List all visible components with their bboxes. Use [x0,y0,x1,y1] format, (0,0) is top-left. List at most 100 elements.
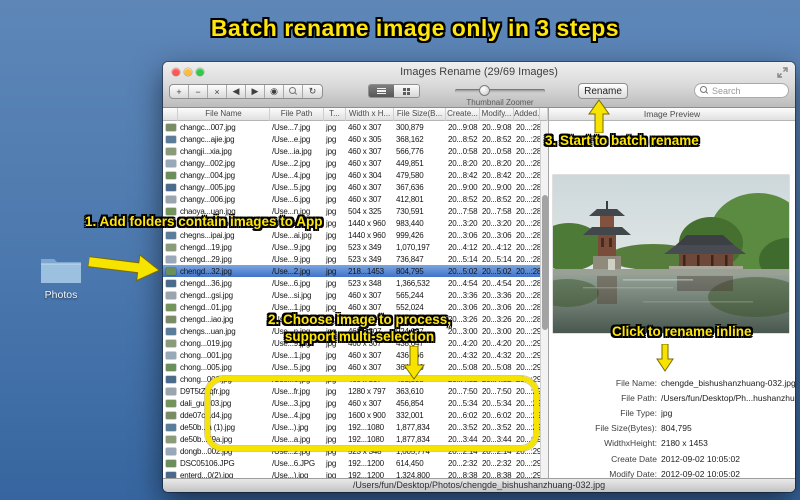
table-row[interactable]: changji...xia.jpg/Use...ia.jpg jpg 460 x 3… [163,145,540,157]
file-thumbnail [166,447,176,455]
cell-path: /Use...1.jpg [272,350,311,360]
table-row[interactable]: enterd...0(2).jpg/Use...).jpg jpg 192...12… [163,469,540,478]
cell-added: 20...:28 [516,254,540,264]
search-input[interactable]: Search [694,83,789,98]
metadata-value[interactable]: 2012-09-02 10:05:02 [661,454,740,464]
thumbnail-zoomer-slider[interactable] [455,85,545,96]
cell-created: 20...8:52 [448,134,478,144]
refresh-button[interactable]: ↻ [303,85,322,98]
delete-button[interactable]: × [208,85,227,98]
cell-type: jpg [326,254,337,264]
file-thumbnail [166,135,176,143]
rename-button[interactable]: Rename [578,83,628,99]
grid-view-icon [403,87,410,95]
cell-modified: 20...9:00 [482,182,512,192]
cell-created: 20...7:58 [448,206,478,216]
table-row[interactable]: changy...005.jpg/Use...5.jpg jpg 460 x 307… [163,181,540,193]
metadata-value[interactable]: /Users/fun/Desktop/Ph...hushanzhuang-032… [661,393,795,403]
add-button[interactable]: + [170,85,189,98]
cell-path: /Use...9.jpg [272,242,311,252]
cell-name: DSC05106.JPG [180,458,235,468]
table-row[interactable]: changy...002.jpg/Use...2.jpg jpg 460 x 307… [163,157,540,169]
cell-size: 1,366,532 [396,278,430,288]
cell-added: 20...:28 [516,206,540,216]
cell-added: 20...:28 [516,290,540,300]
search-button[interactable] [284,85,303,98]
cell-name: chengd...iao.jpg [180,314,234,324]
table-row[interactable]: chong...005.jpg/Use...5.jpgjpg460 x 3073… [163,361,540,373]
table-row[interactable]: chegns...ipai.jpg/Use...ai.jpg jpg 1440 x … [163,229,540,241]
table-row[interactable]: changc...ajie.jpg/Use...e.jpg jpg 460 x 30… [163,133,540,145]
next-button[interactable]: ▶ [246,85,265,98]
list-view-button[interactable] [369,85,394,97]
rename-inline-arrow-icon [656,343,674,377]
cell-modified: 20...4:12 [482,242,512,252]
table-row[interactable]: changy...004.jpg/Use...4.jpg jpg 460 x 304… [163,169,540,181]
cell-created: 20...2:32 [448,458,478,468]
file-thumbnail [166,123,176,131]
table-row[interactable]: chengd...36.jpg/Use...6.jpg jpg 523 x 348 1… [163,277,540,289]
column-header-modify[interactable]: Modify... [480,108,514,121]
metadata-value[interactable]: chengde_bishushanzhuang-032.jpg [661,378,795,388]
cell-modified: 20...8:52 [482,194,512,204]
column-header-filesizeb[interactable]: File Size(B... [394,108,446,121]
metadata-row: File Path: /Users/fun/Desktop/Ph...hushan… [549,390,795,405]
table-row[interactable]: changc...007.jpg/Use...7.jpg jpg 460 x 307… [163,121,540,133]
prev-button[interactable]: ◀ [227,85,246,98]
cell-size: 804,795 [396,266,424,276]
slider-knob[interactable] [479,85,490,96]
cell-path: /Use...9.jpg [272,254,311,264]
cell-modified: 20...5:02 [482,266,512,276]
column-header-filepath[interactable]: File Path [270,108,324,121]
remove-button[interactable]: − [189,85,208,98]
image-preview-pane: File Name: chengde_bishushanzhuang-032.jp… [548,121,795,492]
metadata-label: File Name: [615,377,657,388]
metadata-row: Create Date 2012-09-02 10:05:02 [549,451,795,466]
table-row[interactable]: DSC05106.JPG/Use...6.JPG jpg 192...1200 614… [163,457,540,469]
grid-view-button[interactable] [394,85,419,97]
cell-dims: 460 x 307 [348,146,382,156]
column-header-filename[interactable]: File Name [178,108,270,121]
table-row[interactable]: chengd...gsi.jpg/Use...si.jpg jpg 460 x 30… [163,289,540,301]
cell-type: jpg [326,290,337,300]
cell-name: changy...006.jpg [180,194,235,204]
cell-dims: 523 x 349 [348,242,382,252]
column-header-t[interactable]: T... [324,108,346,121]
table-header: File Name File Path T... Width x H... File S… [163,108,548,121]
metadata-label: File Size(Bytes): [595,423,657,434]
column-header-added[interactable]: Added... [514,108,540,121]
cell-created: 20...5:14 [448,254,478,264]
table-row[interactable]: chengd...29.jpg/Use...9.jpg jpg 523 x 349 7… [163,253,540,265]
cell-modified: 20...8:42 [482,170,512,180]
table-row[interactable]: chengd...19.jpg/Use...9.jpg jpg 523 x 349 1… [163,241,540,253]
cell-type: jpg [326,458,337,468]
column-header-widthxh[interactable]: Width x H... [346,108,394,121]
cell-created: 20...0:58 [448,146,478,156]
file-thumbnail [166,267,176,275]
cell-name: chengd...32.jpg [180,266,232,276]
cell-path: /Use...ia.jpg [272,146,312,156]
cell-name: changc...ajie.jpg [180,134,235,144]
cell-modified: 20...3:06 [482,302,512,312]
column-header-create[interactable]: Create... [446,108,480,121]
cell-modified: 20...5:14 [482,254,512,264]
cell-added: 20...:28 [516,146,540,156]
table-scrollbar[interactable] [540,121,548,478]
preview-button[interactable]: ◉ [265,85,284,98]
metadata-value[interactable]: jpg [661,408,672,418]
table-row[interactable]: chong...001.jpg/Use...1.jpgjpg460 x 3074… [163,349,540,361]
metadata-value[interactable]: 2180 x 1453 [661,438,708,448]
photos-folder[interactable]: Photos [30,252,92,301]
magnifier-icon [288,87,298,96]
table-row[interactable]: changy...006.jpg/Use...6.jpg jpg 460 x 307… [163,193,540,205]
table-row-selected[interactable]: chengd...32.jpg/Use...2.jpg jpg 218...1453… [163,265,540,277]
cell-dims: 460 x 307 [348,362,382,372]
file-thumbnail [166,303,176,311]
folder-label: Photos [44,289,78,301]
cell-name: chengd...01.jpg [180,302,232,312]
metadata-value[interactable]: 804,795 [661,423,692,433]
fullscreen-icon[interactable] [777,67,788,78]
cell-type: jpg [326,206,337,216]
cell-created: 20...4:32 [448,350,478,360]
cell-modified: 20...7:58 [482,206,512,216]
